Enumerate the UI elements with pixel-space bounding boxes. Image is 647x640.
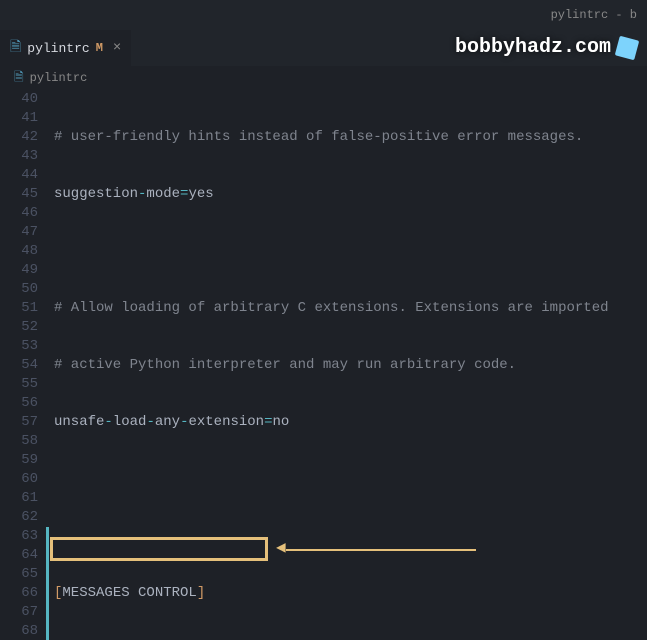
watermark: bobbyhadz.com [455, 36, 637, 59]
line-number: 62 [0, 508, 38, 527]
line-number: 40 [0, 90, 38, 109]
close-icon[interactable]: × [113, 40, 121, 56]
line-number: 50 [0, 280, 38, 299]
arrow-annotation [286, 549, 476, 551]
line-number: 42 [0, 128, 38, 147]
comment: # active Python interpreter and may run … [54, 357, 516, 373]
line-number: 49 [0, 261, 38, 280]
line-number: 60 [0, 470, 38, 489]
line-number: 53 [0, 337, 38, 356]
breadcrumb-filename: pylintrc [30, 71, 88, 85]
window-title: pylintrc - b [551, 8, 637, 22]
line-number: 47 [0, 223, 38, 242]
line-number: 61 [0, 489, 38, 508]
line-number: 46 [0, 204, 38, 223]
line-number: 67 [0, 603, 38, 622]
config-key: any [155, 414, 180, 430]
config-key: extension [188, 414, 264, 430]
line-number: 41 [0, 109, 38, 128]
line-number: 56 [0, 394, 38, 413]
config-key: unsafe [54, 414, 104, 430]
line-number: 58 [0, 432, 38, 451]
line-number: 54 [0, 356, 38, 375]
comment: # Allow loading of arbitrary C extension… [54, 300, 609, 316]
line-number: 52 [0, 318, 38, 337]
section-header: MESSAGES CONTROL [62, 585, 196, 601]
line-number: 63 [0, 527, 38, 546]
config-key: suggestion [54, 186, 138, 202]
comment: # user-friendly hints instead of false-p… [54, 129, 583, 145]
file-icon: 🗎 [14, 68, 24, 89]
line-number: 68 [0, 622, 38, 640]
line-number: 51 [0, 299, 38, 318]
code-editor[interactable]: 40 41 42 43 44 45 46 47 48 49 50 51 52 5… [0, 90, 647, 640]
cube-icon [615, 35, 639, 59]
line-number: 57 [0, 413, 38, 432]
watermark-text: bobbyhadz.com [455, 36, 611, 59]
line-number: 44 [0, 166, 38, 185]
config-value: yes [188, 186, 213, 202]
line-number: 66 [0, 584, 38, 603]
breadcrumb[interactable]: 🗎 pylintrc [0, 66, 647, 90]
window-titlebar: pylintrc - b [0, 0, 647, 30]
file-icon: 🗎 [10, 36, 21, 60]
config-key: mode [146, 186, 180, 202]
tab-filename: pylintrc [27, 41, 89, 56]
line-number: 48 [0, 242, 38, 261]
tab-pylintrc[interactable]: 🗎 pylintrc M × [0, 30, 131, 66]
line-number: 43 [0, 147, 38, 166]
config-value: no [273, 414, 290, 430]
git-gutter [46, 527, 49, 640]
line-number: 45 [0, 185, 38, 204]
line-number: 55 [0, 375, 38, 394]
line-number: 65 [0, 565, 38, 584]
config-key: load [113, 414, 147, 430]
modified-indicator: M [96, 41, 103, 55]
line-number: 59 [0, 451, 38, 470]
code-content[interactable]: # user-friendly hints instead of false-p… [54, 90, 647, 640]
line-number: 64 [0, 546, 38, 565]
